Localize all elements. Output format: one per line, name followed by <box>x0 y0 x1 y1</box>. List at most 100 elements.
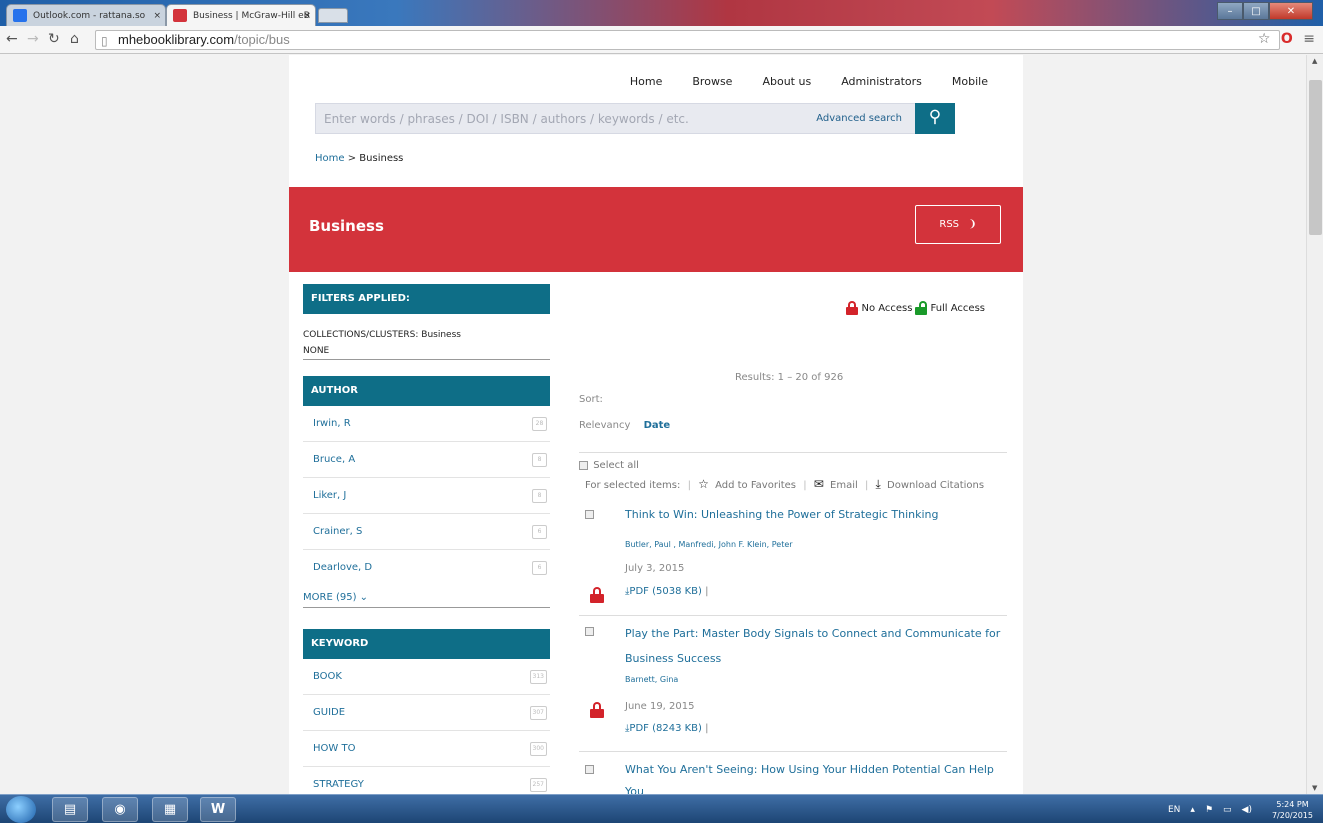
menu-icon[interactable]: ≡ <box>1303 31 1315 47</box>
forward-arrow-icon[interactable]: → <box>27 31 39 47</box>
result-checkbox[interactable] <box>585 627 594 636</box>
nav-mobile[interactable]: Mobile <box>952 75 988 88</box>
author-facet-item[interactable]: Dearlove, D 6 <box>303 550 550 586</box>
clock-date: 7/20/2015 <box>1271 810 1313 820</box>
bookmark-star-icon[interactable]: ☆ <box>1258 31 1271 47</box>
selected-items-actions: For selected items: | ☆ Add to Favorites… <box>585 477 985 491</box>
tab-outlook[interactable]: Outlook.com - rattana.so × <box>6 4 166 26</box>
tab-close-icon[interactable]: × <box>153 5 161 26</box>
keyword-facet-item[interactable]: GUIDE 307 <box>303 695 550 731</box>
select-all-label: Select all <box>593 460 639 471</box>
search-input[interactable] <box>316 104 836 133</box>
result-authors[interactable]: Barnett, Gina <box>625 675 678 684</box>
email-link[interactable]: Email <box>830 480 858 491</box>
author-facet-item[interactable]: Crainer, S 6 <box>303 514 550 550</box>
nav-about-us[interactable]: About us <box>762 75 811 88</box>
top-nav: Home Browse About us Administrators Mobi… <box>600 75 988 88</box>
facet-count: 6 <box>532 525 547 539</box>
rss-button[interactable]: RSS ❩ <box>915 205 1001 244</box>
facet-count: 307 <box>529 706 547 720</box>
select-all[interactable]: Select all <box>579 460 639 471</box>
author-more-link[interactable]: MORE (95) ⌄ <box>303 586 550 608</box>
facet-label: HOW TO <box>313 743 356 754</box>
access-legend: No Access Full Access <box>843 301 985 315</box>
result-item: What You Aren't Seeing: How Using Your H… <box>579 763 1007 794</box>
sort-relevancy[interactable]: Relevancy <box>579 420 630 431</box>
email-icon: ✉ <box>813 477 824 491</box>
back-arrow-icon[interactable]: ← <box>6 31 18 47</box>
scroll-up-arrow-icon[interactable]: ▲ <box>1312 57 1317 65</box>
result-item: Think to Win: Unleashing the Power of St… <box>579 508 1007 615</box>
no-access-lock-icon <box>590 702 604 718</box>
result-checkbox[interactable] <box>585 510 594 519</box>
result-pdf-link[interactable]: ⤓PDF (5038 KB) | <box>625 586 709 597</box>
breadcrumb-home[interactable]: Home <box>315 153 345 164</box>
page-icon: ▯ <box>101 34 108 48</box>
search-button[interactable]: ⚲ <box>915 103 955 134</box>
chevron-down-icon: ⌄ <box>359 592 369 603</box>
author-facet-item[interactable]: Irwin, R 28 <box>303 406 550 442</box>
result-title-link[interactable]: Play the Part: Master Body Signals to Co… <box>625 621 1005 671</box>
divider <box>579 452 1007 453</box>
add-to-favorites-link[interactable]: Add to Favorites <box>715 480 796 491</box>
network-icon[interactable]: ▭ <box>1223 805 1232 815</box>
select-all-checkbox[interactable] <box>579 460 588 470</box>
author-more-label: MORE (95) <box>303 592 357 603</box>
filters-applied-heading: FILTERS APPLIED: <box>303 284 550 314</box>
result-pdf-link[interactable]: ⤓PDF (8243 KB) | <box>625 723 709 734</box>
clock[interactable]: 5:24 PM 7/20/2015 <box>1262 799 1313 821</box>
divider <box>579 751 1007 752</box>
nav-administrators[interactable]: Administrators <box>841 75 922 88</box>
window-controls: – □ ✕ <box>1217 2 1315 20</box>
excel-taskbar-icon[interactable]: ▦ <box>152 797 188 822</box>
address-bar: ← → ↻ ⌂ ▯ mhebooklibrary.com/topic/bus ☆… <box>0 26 1323 54</box>
vertical-scrollbar[interactable]: ▲ ▼ <box>1306 55 1323 794</box>
word-taskbar-icon[interactable]: W <box>200 797 236 822</box>
minimize-button[interactable]: – <box>1217 2 1243 20</box>
home-icon[interactable]: ⌂ <box>70 31 79 47</box>
keyword-facet-item[interactable]: HOW TO 300 <box>303 731 550 767</box>
scrollbar-thumb[interactable] <box>1309 80 1322 235</box>
download-citations-link[interactable]: Download Citations <box>887 480 984 491</box>
result-checkbox[interactable] <box>585 765 594 774</box>
close-window-button[interactable]: ✕ <box>1269 2 1313 20</box>
chrome-taskbar-icon[interactable]: ◉ <box>102 797 138 822</box>
pdf-label: PDF (8243 KB) <box>629 723 702 734</box>
explorer-taskbar-icon[interactable]: ▤ <box>52 797 88 822</box>
nav-browse[interactable]: Browse <box>692 75 732 88</box>
result-authors[interactable]: Butler, Paul , Manfredi, John F. Klein, … <box>625 540 793 549</box>
star-icon: ☆ <box>698 477 709 491</box>
result-title-link[interactable]: What You Aren't Seeing: How Using Your H… <box>625 759 1005 794</box>
tab-outlook-label: Outlook.com - rattana.so <box>33 11 146 21</box>
breadcrumb-current: Business <box>359 153 404 164</box>
start-button[interactable] <box>6 796 36 823</box>
scroll-down-arrow-icon[interactable]: ▼ <box>1312 784 1317 792</box>
applied-collection: COLLECTIONS/CLUSTERS: Business <box>303 330 461 340</box>
show-hidden-icons-icon[interactable]: ▴ <box>1190 805 1195 815</box>
volume-icon[interactable]: ◀) <box>1242 805 1252 815</box>
browser-tabstrip: Outlook.com - rattana.so × Business | Mc… <box>0 0 1323 26</box>
sort-date[interactable]: Date <box>644 420 671 431</box>
language-indicator[interactable]: EN <box>1168 805 1180 815</box>
result-title-link[interactable]: Think to Win: Unleashing the Power of St… <box>625 504 1005 526</box>
new-tab-button[interactable] <box>318 8 348 23</box>
reload-icon[interactable]: ↻ <box>48 31 60 47</box>
tab-close-icon[interactable]: × <box>303 5 311 26</box>
advanced-search-link[interactable]: Advanced search <box>816 113 902 124</box>
author-facet-item[interactable]: Liker, J 8 <box>303 478 550 514</box>
page-viewport: Home Browse About us Administrators Mobi… <box>0 55 1306 794</box>
facet-count: 28 <box>532 417 547 431</box>
keyword-facet-item[interactable]: BOOK 313 <box>303 659 550 695</box>
keyword-facet-item[interactable]: STRATEGY 257 <box>303 767 550 794</box>
sort-label: Sort: <box>579 394 603 405</box>
flag-icon[interactable]: ⚑ <box>1205 805 1213 815</box>
nav-home[interactable]: Home <box>630 75 662 88</box>
author-facet-item[interactable]: Bruce, A 8 <box>303 442 550 478</box>
tab-business[interactable]: Business | McGraw-Hill eB × <box>166 4 316 26</box>
maximize-button[interactable]: □ <box>1243 2 1269 20</box>
url-field[interactable]: ▯ mhebooklibrary.com/topic/bus <box>95 30 1280 50</box>
divider <box>579 615 1007 616</box>
opera-icon[interactable]: O <box>1281 31 1293 47</box>
url-path: /topic/bus <box>234 32 290 47</box>
url-domain: mhebooklibrary.com <box>118 32 235 47</box>
